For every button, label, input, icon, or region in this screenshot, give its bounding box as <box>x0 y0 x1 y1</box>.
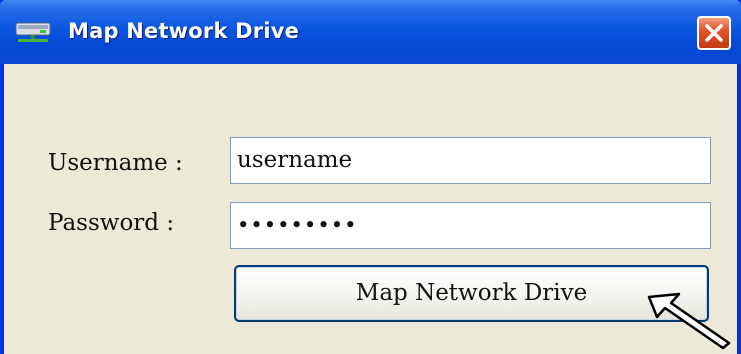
window-title: Map Network Drive <box>68 19 300 43</box>
close-icon <box>705 24 723 42</box>
username-field[interactable]: username <box>230 137 711 184</box>
password-label: Password : <box>48 210 175 236</box>
mouse-pointer-icon <box>643 288 735 350</box>
map-network-drive-window: Map Network Drive Username : username Pa… <box>0 0 741 354</box>
close-button[interactable] <box>697 16 731 50</box>
network-drive-icon <box>14 22 52 44</box>
title-bar[interactable]: Map Network Drive <box>0 0 741 64</box>
username-label: Username : <box>48 150 183 176</box>
map-network-drive-button[interactable]: Map Network Drive <box>234 265 709 322</box>
password-field[interactable]: ••••••••• <box>230 202 711 249</box>
